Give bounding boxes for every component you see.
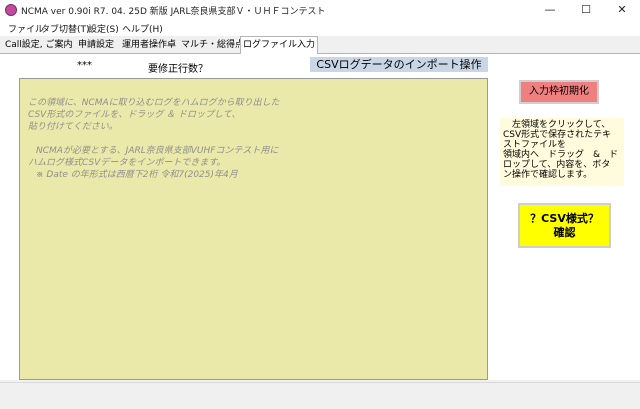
maximize-button[interactable]: ☐ <box>568 0 604 20</box>
rows-to-fix-label: 要修正行数？ <box>148 64 208 75</box>
tab-bar: Call設定, ご案内 申請設定 運用者操作卓 マルチ・総得点 ログファイル入力 <box>0 36 640 54</box>
help-line: 領域内へ ドラッグ & ド <box>503 150 619 160</box>
menu-bar: ファイル タブ切替(T) 設定(S) ヘルプ(H) <box>0 20 640 37</box>
help-line: 左領域をクリックして、 <box>503 120 611 130</box>
menu-settings[interactable]: 設定(S) <box>88 22 119 35</box>
menu-tab-switch[interactable]: タブ切替(T) <box>41 22 90 35</box>
menu-help[interactable]: ヘルプ(H) <box>122 22 163 35</box>
csv-check-label-bottom: 確認 <box>553 226 576 239</box>
minimize-button[interactable]: — <box>532 0 568 20</box>
csv-check-label-top: ？CSV様式？ <box>530 212 599 225</box>
tab-operator-console[interactable]: 運用者操作卓 <box>120 38 178 52</box>
tab-application-settings[interactable]: 申請設定 <box>76 38 116 52</box>
csv-format-check-button[interactable]: ？CSV様式？ 確認 <box>518 203 611 248</box>
tab-multi-score[interactable]: マルチ・総得点 <box>179 38 246 52</box>
tab-log-file-input[interactable]: ログファイル入力 <box>240 36 319 54</box>
app-icon <box>5 4 17 16</box>
help-text-box: 左領域をクリックして、 CSV形式で保存されたテキ ストファイルを 領域内へ ド… <box>500 118 624 186</box>
section-title: CSVログデータのインポート操作 <box>310 57 488 72</box>
menu-file[interactable]: ファイル <box>8 22 44 35</box>
status-bar <box>0 382 640 409</box>
window-title: NCMA ver 0.90i R7. 04. 25D 新版 JARL奈良県支部Ｖ… <box>21 7 326 17</box>
tab-call-settings[interactable]: Call設定, ご案内 <box>3 38 75 52</box>
close-button[interactable]: ✕ <box>604 0 640 20</box>
drop-hint-line: 貼り付けてください。 <box>28 122 118 132</box>
drop-hint-line: ※ Date の年形式は西暦下2桁 令和7(2025)年4月 <box>36 170 238 180</box>
help-line: ロップして、内容を、ボタ <box>503 160 611 170</box>
help-line: CSV形式で保存されたテキ <box>503 130 612 140</box>
help-line: ストファイルを <box>503 140 567 150</box>
help-line: ン操作で確認します。 <box>503 170 593 180</box>
rows-count-value: *** <box>77 60 92 71</box>
reset-input-button[interactable]: 入力枠初期化 <box>519 80 599 104</box>
title-bar: NCMA ver 0.90i R7. 04. 25D 新版 JARL奈良県支部Ｖ… <box>0 0 640 20</box>
csv-drop-area[interactable]: この領域に、NCMAに取り込むログをハムログから取り出した CSV形式のファイル… <box>19 78 488 380</box>
